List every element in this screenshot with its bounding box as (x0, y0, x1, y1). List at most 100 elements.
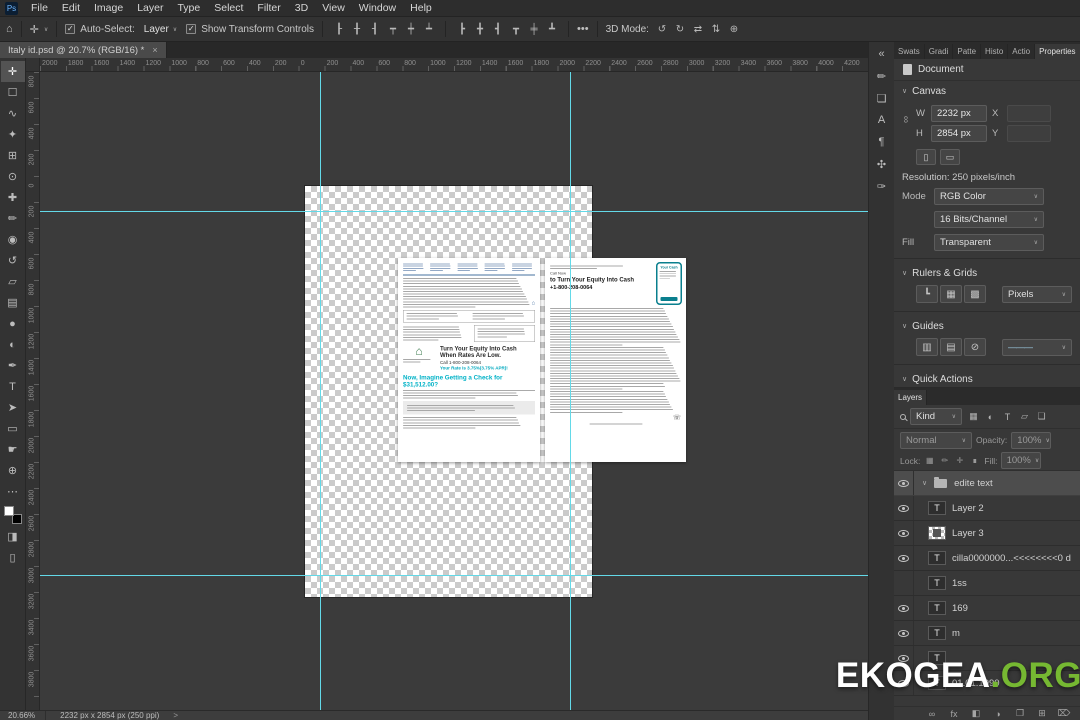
menu-window[interactable]: Window (352, 1, 403, 15)
guide-style-select[interactable]: ——— ∨ (1002, 338, 1072, 356)
panel-tab-layers[interactable]: Layers (894, 390, 928, 405)
distribute-center-v-icon[interactable]: ╪ (526, 21, 542, 37)
blur-tool[interactable]: ● (1, 313, 25, 334)
ruler-origin-icon[interactable]: ┗ (916, 285, 938, 303)
layer-row[interactable]: Layer 3 (894, 521, 1080, 546)
menu-file[interactable]: File (24, 1, 55, 15)
3d-orbit-icon[interactable]: ↺ (654, 21, 670, 37)
layer-visibility-toggle[interactable] (894, 546, 914, 570)
opacity-select[interactable]: 100% ∨ (1011, 431, 1052, 449)
section-canvas[interactable]: ∨ Canvas (894, 81, 1080, 101)
guide-horizontal[interactable] (40, 211, 868, 212)
distribute-top-icon[interactable]: ┳ (508, 21, 524, 37)
gradient-tool[interactable]: ▤ (1, 292, 25, 313)
lock-position-icon[interactable]: ✛ (953, 454, 966, 467)
lock-pixels-icon[interactable]: ✏ (938, 454, 951, 467)
character-panel-icon[interactable]: A (871, 110, 893, 130)
brush-tool[interactable]: ✏ (1, 208, 25, 229)
canvas[interactable]: ⌂ Turn Your Equity Into Cash When Rates … (40, 72, 868, 710)
quick-mask-icon[interactable]: ◨ (1, 526, 25, 547)
layer-effects-icon[interactable]: fx (946, 706, 962, 720)
layer-row[interactable]: Tm (894, 621, 1080, 646)
align-center-v-icon[interactable]: ┿ (403, 21, 419, 37)
collapse-panels-icon[interactable]: « (871, 44, 893, 64)
filter-smart-objects-icon[interactable]: ❏ (1034, 409, 1049, 424)
more-options-icon[interactable]: ••• (577, 23, 589, 35)
lasso-tool[interactable]: ∿ (1, 103, 25, 124)
type-tool[interactable]: T (1, 376, 25, 397)
brush-settings-panel-icon[interactable]: ✏ (871, 66, 893, 86)
show-transform-checkbox[interactable]: ✓ (186, 24, 197, 34)
link-layers-icon[interactable]: ∞ (924, 706, 940, 720)
menu-help[interactable]: Help (403, 1, 439, 15)
history-brush-tool[interactable]: ↺ (1, 250, 25, 271)
eraser-tool[interactable]: ▱ (1, 271, 25, 292)
menu-type[interactable]: Type (170, 1, 207, 15)
screen-mode-icon[interactable]: ▯ (1, 547, 25, 568)
bit-depth-select[interactable]: 16 Bits/Channel ∨ (934, 211, 1044, 228)
distribute-right-icon[interactable]: ┫ (490, 21, 506, 37)
tool-preset-arrow-icon[interactable]: ∨ (44, 26, 48, 33)
portrait-icon[interactable]: ▯ (916, 149, 936, 165)
align-left-icon[interactable]: ┠ (331, 21, 347, 37)
home-icon[interactable]: ⌂ (6, 23, 13, 35)
auto-select-target-select[interactable]: Layer ∨ (140, 22, 181, 37)
clone-stamp-tool[interactable]: ◉ (1, 229, 25, 250)
section-guides[interactable]: ∨ Guides (894, 316, 1080, 336)
zoom-tool[interactable]: ⊕ (1, 460, 25, 481)
menu-select[interactable]: Select (207, 1, 250, 15)
canvas-height-input[interactable]: 2854 px (931, 125, 987, 142)
status-menu-arrow[interactable]: > (173, 711, 178, 720)
grid-settings-icon[interactable]: ▩ (964, 285, 986, 303)
fill-select[interactable]: Transparent ∨ (934, 234, 1044, 251)
3d-zoom-icon[interactable]: ⊕ (726, 21, 742, 37)
align-bottom-icon[interactable]: ┷ (421, 21, 437, 37)
move-tool[interactable]: ✛ (0, 61, 25, 82)
pen-tool[interactable]: ✒ (1, 355, 25, 376)
marquee-tool[interactable]: ☐ (1, 82, 25, 103)
canvas-x-input[interactable] (1007, 105, 1051, 122)
landscape-icon[interactable]: ▭ (940, 149, 960, 165)
menu-image[interactable]: Image (87, 1, 130, 15)
zoom-level-field[interactable]: 20.66% (8, 711, 47, 720)
panel-tab-actio[interactable]: Actio (1008, 44, 1036, 59)
guide-layout-icon[interactable]: ▤ (940, 338, 962, 356)
guide-vertical[interactable] (320, 72, 321, 710)
layer-row[interactable]: ∨ edite text (894, 471, 1080, 496)
layer-visibility-toggle[interactable] (894, 571, 914, 595)
3d-slide-icon[interactable]: ⇅ (708, 21, 724, 37)
eyedropper-tool[interactable]: ⊙ (1, 166, 25, 187)
3d-pan-icon[interactable]: ⇄ (690, 21, 706, 37)
align-top-icon[interactable]: ┯ (385, 21, 401, 37)
menu-edit[interactable]: Edit (55, 1, 87, 15)
menu-3d[interactable]: 3D (288, 1, 315, 15)
layer-visibility-toggle[interactable] (894, 646, 914, 670)
panel-tab-gradi[interactable]: Gradi (925, 44, 954, 59)
distribute-bottom-icon[interactable]: ┻ (544, 21, 560, 37)
layer-row[interactable]: T 1ss (894, 571, 1080, 596)
layer-row[interactable]: T 01.01.1990 (894, 671, 1080, 696)
adjustment-layer-icon[interactable]: ◑ (990, 706, 1006, 720)
guide-horizontal[interactable] (40, 575, 868, 576)
fill-opacity-select[interactable]: 100% ∨ (1000, 452, 1041, 469)
move-tool-icon[interactable]: ✛ (30, 23, 39, 36)
align-center-h-icon[interactable]: ╂ (349, 21, 365, 37)
menu-view[interactable]: View (315, 1, 352, 15)
clear-guides-icon[interactable]: ⊘ (964, 338, 986, 356)
layer-row[interactable]: Tcilla0000000...<<<<<<<<0 d (894, 546, 1080, 571)
quick-selection-tool[interactable]: ✦ (1, 124, 25, 145)
filter-shape-layers-icon[interactable]: ▱ (1017, 409, 1032, 424)
ruler-units-select[interactable]: Pixels ∨ (1002, 285, 1072, 303)
clone-source-panel-icon[interactable]: ❏ (871, 88, 893, 108)
dodge-tool[interactable]: ◐ (1, 334, 25, 355)
layer-row[interactable]: T 169 (894, 596, 1080, 621)
panel-tab-patte[interactable]: Patte (953, 44, 982, 59)
canvas-y-input[interactable] (1007, 125, 1051, 142)
canvas-width-input[interactable]: 2232 px (931, 105, 987, 122)
auto-select-checkbox[interactable]: ✓ (65, 24, 76, 34)
filter-adjustment-layers-icon[interactable]: ◐ (983, 409, 998, 424)
layer-row[interactable]: T Layer 2 (894, 496, 1080, 521)
group-expand-icon[interactable]: ∨ (922, 479, 927, 487)
kind-select[interactable]: Kind ∨ (910, 408, 962, 425)
align-right-icon[interactable]: ┨ (367, 21, 383, 37)
